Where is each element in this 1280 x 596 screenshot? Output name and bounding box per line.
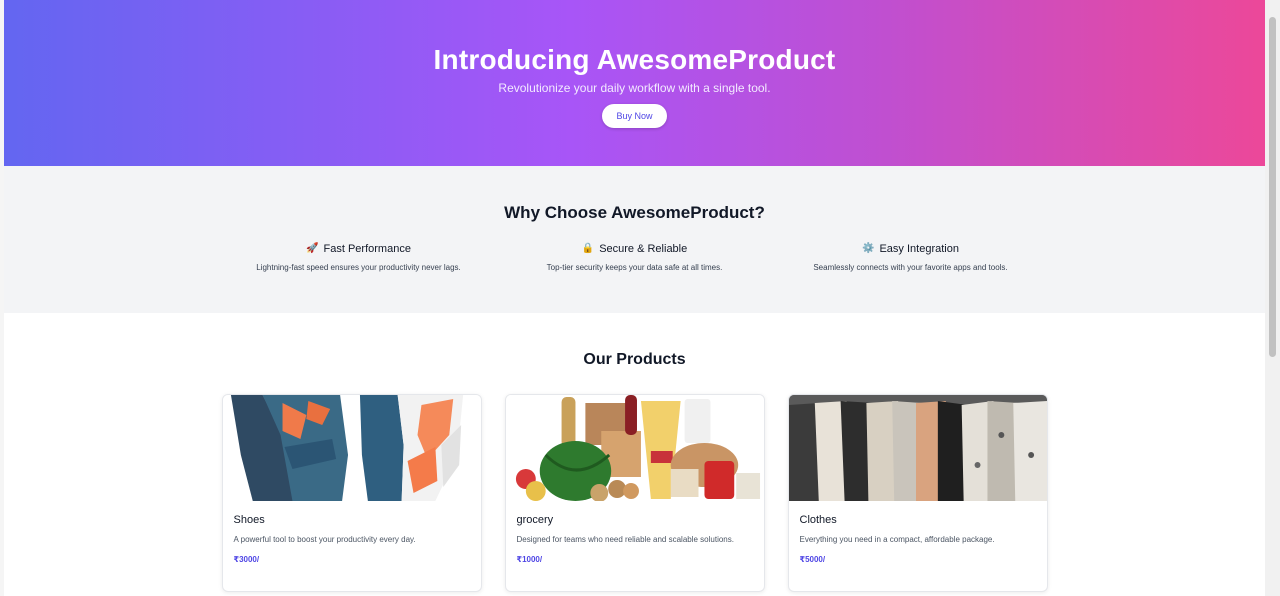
feature-item: 🚀 Fast Performance Lightning-fast speed … xyxy=(229,242,489,273)
product-price: ₹3000/ xyxy=(233,555,260,564)
product-list: Shoes A powerful tool to boost your prod… xyxy=(4,394,1265,592)
products-title: Our Products xyxy=(583,351,686,368)
product-card[interactable]: Shoes A powerful tool to boost your prod… xyxy=(221,394,482,592)
landing-page: Introducing AwesomeProduct Revolutionize… xyxy=(4,0,1265,596)
features-section: Why Choose AwesomeProduct? 🚀 Fast Perfor… xyxy=(4,166,1265,313)
feature-list: 🚀 Fast Performance Lightning-fast speed … xyxy=(4,242,1265,273)
hero-title: Introducing AwesomeProduct xyxy=(433,44,836,75)
product-card[interactable]: grocery Designed for teams who need reli… xyxy=(504,394,765,592)
product-price: ₹1000/ xyxy=(516,555,543,564)
feature-description: Top-tier security keeps your data safe a… xyxy=(546,263,723,272)
feature-title: Secure & Reliable xyxy=(599,243,688,255)
product-name: Clothes xyxy=(799,514,837,526)
products-section: Our Products Shoes A powerful tool to bo… xyxy=(4,313,1265,592)
feature-title: Easy Integration xyxy=(879,243,959,255)
feature-description: Seamlessly connects with your favorite a… xyxy=(813,263,1008,272)
product-card[interactable]: Clothes Everything you need in a compact… xyxy=(787,394,1048,592)
lock-icon: 🔒 xyxy=(581,243,595,254)
scrollbar-thumb[interactable] xyxy=(1269,17,1276,357)
rocket-icon: 🚀 xyxy=(306,243,319,254)
features-title: Why Choose AwesomeProduct? xyxy=(504,203,765,222)
buy-now-button[interactable]: Buy Now xyxy=(602,104,667,128)
product-name: Shoes xyxy=(233,514,265,526)
feature-title: Fast Performance xyxy=(323,243,411,255)
grocery-image xyxy=(505,395,764,501)
hero-subtitle: Revolutionize your daily workflow with a… xyxy=(498,81,771,95)
hero-section: Introducing AwesomeProduct Revolutionize… xyxy=(4,0,1265,166)
gear-icon: ⚙️ xyxy=(862,243,875,254)
feature-description: Lightning-fast speed ensures your produc… xyxy=(256,263,461,272)
product-price: ₹5000/ xyxy=(799,555,826,564)
clothes-image xyxy=(788,395,1047,501)
feature-item: ⚙️ Easy Integration Seamlessly connects … xyxy=(781,242,1041,273)
feature-item: 🔒 Secure & Reliable Top-tier security ke… xyxy=(505,242,765,273)
product-description: A powerful tool to boost your productivi… xyxy=(233,535,416,544)
shoes-image xyxy=(222,395,481,501)
product-name: grocery xyxy=(516,514,554,526)
product-description: Everything you need in a compact, afford… xyxy=(799,535,995,544)
product-description: Designed for teams who need reliable and… xyxy=(516,535,734,544)
vertical-scrollbar[interactable] xyxy=(1265,0,1280,596)
